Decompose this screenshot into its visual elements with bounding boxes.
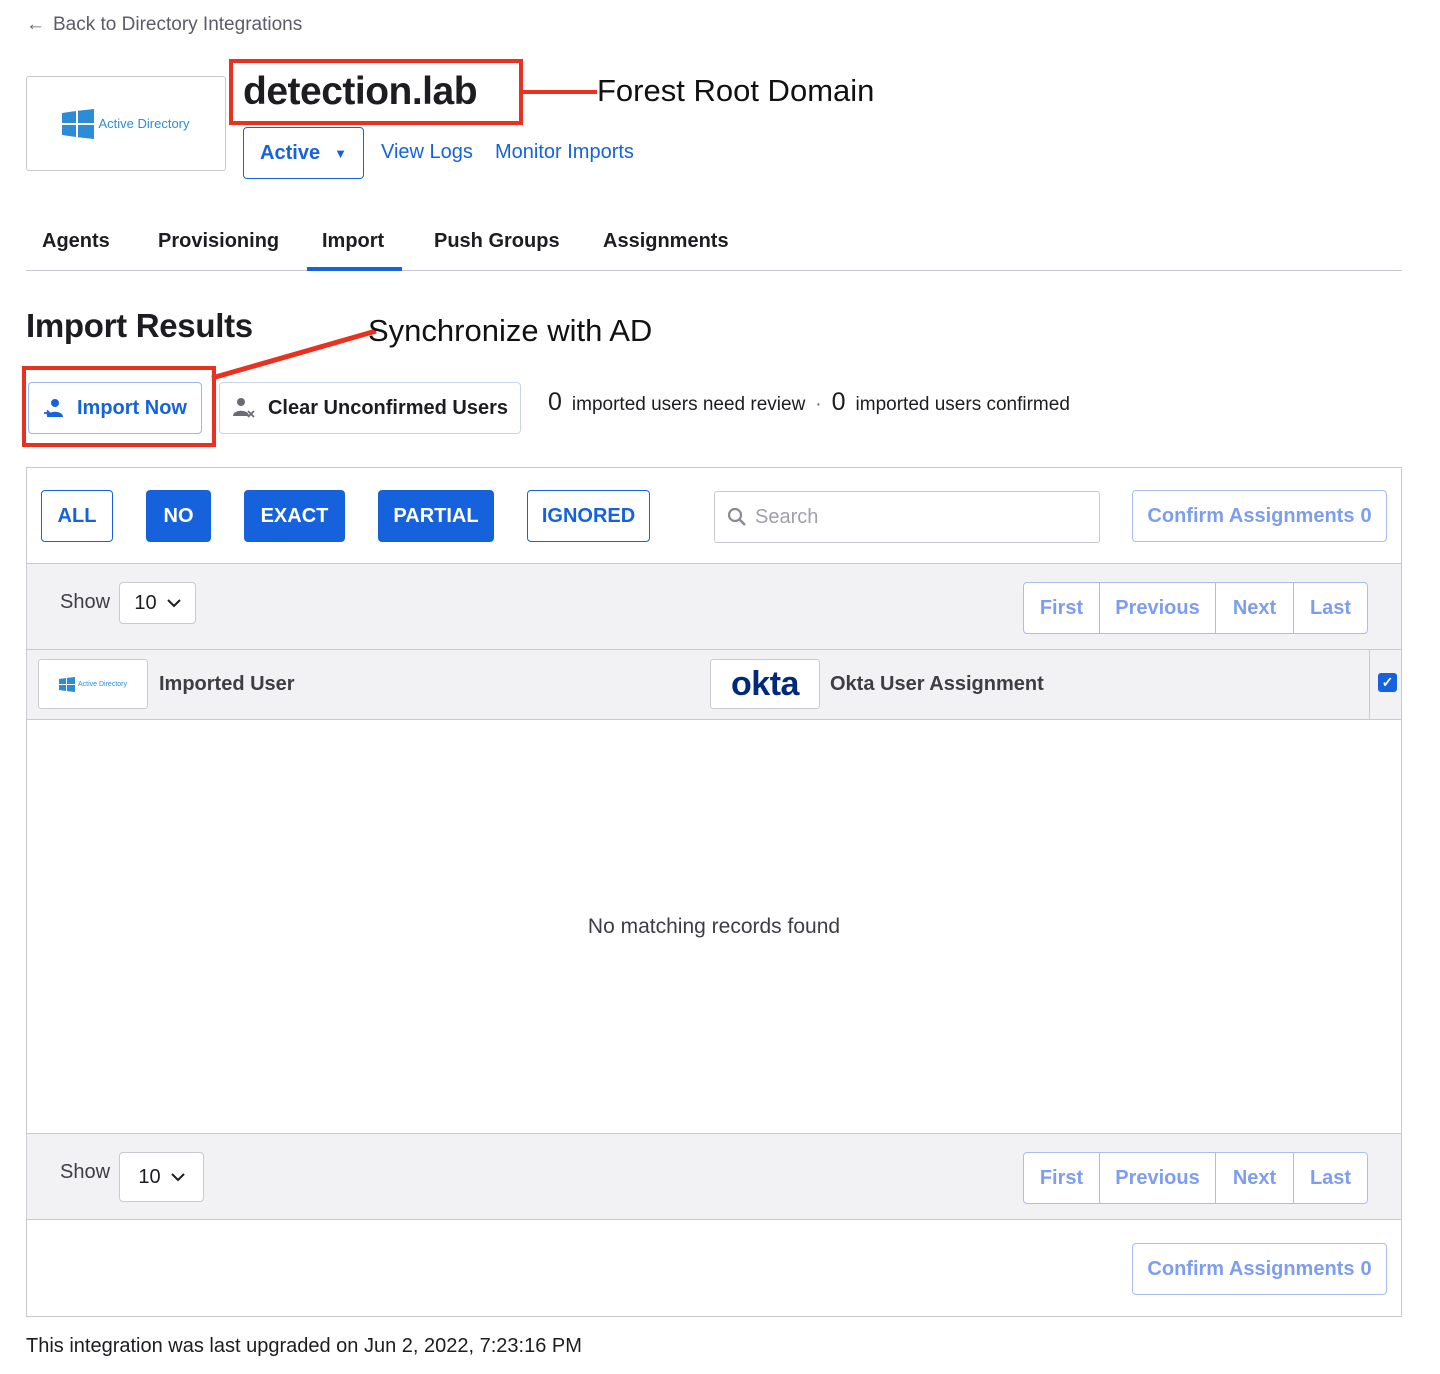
filter-partial-button[interactable]: PARTIAL — [378, 490, 494, 542]
annotation-connector-sync — [211, 328, 377, 381]
confirm-label-bottom: Confirm Assignments — [1147, 1257, 1355, 1280]
annotation-connector — [523, 90, 597, 94]
chevron-down-icon — [166, 598, 181, 607]
monitor-imports-link[interactable]: Monitor Imports — [495, 141, 634, 164]
show-label: Show — [60, 591, 111, 613]
active-tab-indicator — [307, 267, 402, 271]
review-count: 0 — [548, 388, 562, 416]
separator: · — [815, 394, 822, 415]
next-page-button[interactable]: Next — [1216, 583, 1294, 633]
pagination-bar-bottom: Show 10 First Previous Next Last — [27, 1133, 1401, 1220]
page-size-value-bottom: 10 — [138, 1165, 161, 1188]
first-page-button[interactable]: First — [1024, 583, 1100, 633]
select-all-checkbox[interactable]: ✓ — [1378, 673, 1397, 692]
filter-all-button[interactable]: ALL — [41, 490, 113, 542]
status-label: Active — [260, 141, 321, 164]
empty-table-message: No matching records found — [587, 915, 841, 938]
okta-assignment-column-header: Okta User Assignment — [830, 673, 1044, 695]
pager-bottom: First Previous Next Last — [1023, 1152, 1368, 1204]
tab-push-groups[interactable]: Push Groups — [434, 230, 560, 253]
column-divider — [1369, 650, 1370, 719]
confirm-count-bottom: 0 — [1360, 1257, 1372, 1280]
filter-ignored-button[interactable]: IGNORED — [527, 490, 650, 542]
confirm-assignments-button-top[interactable]: Confirm Assignments 0 — [1132, 490, 1387, 542]
import-counts: 0 imported users need review · 0 importe… — [548, 388, 1070, 417]
mini-logo-text: Active Directory — [77, 680, 127, 688]
confirm-count: 0 — [1360, 504, 1372, 527]
previous-page-button-bottom[interactable]: Previous — [1100, 1153, 1216, 1203]
search-input[interactable] — [755, 505, 1075, 529]
confirm-assignments-button-bottom[interactable]: Confirm Assignments 0 — [1132, 1243, 1387, 1295]
confirmed-count: 0 — [831, 388, 846, 416]
active-directory-mini-logo: Active Directory — [38, 659, 148, 709]
next-page-button-bottom[interactable]: Next — [1216, 1153, 1294, 1203]
table-header: Active Directory Imported User okta Okta… — [27, 650, 1401, 720]
confirmed-label: imported users confirmed — [855, 394, 1070, 415]
first-page-button-bottom[interactable]: First — [1024, 1153, 1100, 1203]
page-size-value: 10 — [134, 591, 157, 614]
clear-unconfirmed-users-button[interactable]: Clear Unconfirmed Users — [219, 382, 521, 434]
checkmark-icon: ✓ — [1381, 674, 1394, 690]
okta-logo: okta — [710, 659, 820, 709]
page-size-select[interactable]: 10 — [119, 582, 196, 624]
tab-provisioning[interactable]: Provisioning — [158, 230, 279, 253]
arrow-left-icon: ← — [26, 14, 45, 35]
filter-exact-button[interactable]: EXACT — [244, 490, 345, 542]
logo-text: Active Directory — [98, 116, 190, 131]
import-results-panel: ALL NO EXACT PARTIAL IGNORED Confirm Ass… — [26, 467, 1402, 1317]
search-field[interactable] — [714, 491, 1100, 543]
caret-down-icon: ▼ — [334, 145, 347, 161]
windows-logo-icon — [62, 108, 95, 139]
tab-bar: Agents Provisioning Import Push Groups A… — [26, 222, 1402, 271]
imported-user-column-header: Imported User — [159, 673, 295, 695]
annotation-forest-root: Forest Root Domain — [597, 73, 875, 108]
last-upgraded-note: This integration was last upgraded on Ju… — [26, 1335, 582, 1357]
active-directory-logo: Active Directory — [26, 76, 226, 171]
last-page-button-bottom[interactable]: Last — [1294, 1153, 1367, 1203]
review-label: imported users need review — [571, 394, 806, 415]
view-logs-link[interactable]: View Logs — [381, 141, 473, 164]
tab-assignments[interactable]: Assignments — [603, 230, 729, 253]
annotation-highlight-import — [22, 366, 216, 447]
annotation-synchronize: Synchronize with AD — [368, 313, 653, 348]
back-to-directory-link[interactable]: ← Back to Directory Integrations — [26, 14, 302, 36]
page-size-select-bottom[interactable]: 10 — [119, 1152, 204, 1202]
back-link-label: Back to Directory Integrations — [53, 14, 303, 35]
pagination-bar-top: Show 10 First Previous Next Last — [27, 563, 1401, 650]
tab-agents[interactable]: Agents — [42, 230, 110, 253]
search-icon — [727, 507, 746, 526]
user-remove-icon — [232, 398, 255, 418]
filter-no-button[interactable]: NO — [146, 490, 211, 542]
pager-top: First Previous Next Last — [1023, 582, 1368, 634]
annotation-highlight-box — [229, 59, 523, 125]
previous-page-button[interactable]: Previous — [1100, 583, 1216, 633]
clear-unconfirmed-label: Clear Unconfirmed Users — [267, 396, 509, 419]
tab-import[interactable]: Import — [322, 230, 384, 253]
last-page-button[interactable]: Last — [1294, 583, 1367, 633]
windows-logo-icon — [58, 676, 75, 692]
chevron-down-icon — [170, 1172, 185, 1181]
show-label-bottom: Show — [60, 1161, 111, 1183]
confirm-label: Confirm Assignments — [1147, 504, 1355, 527]
status-dropdown[interactable]: Active ▼ — [243, 127, 364, 179]
